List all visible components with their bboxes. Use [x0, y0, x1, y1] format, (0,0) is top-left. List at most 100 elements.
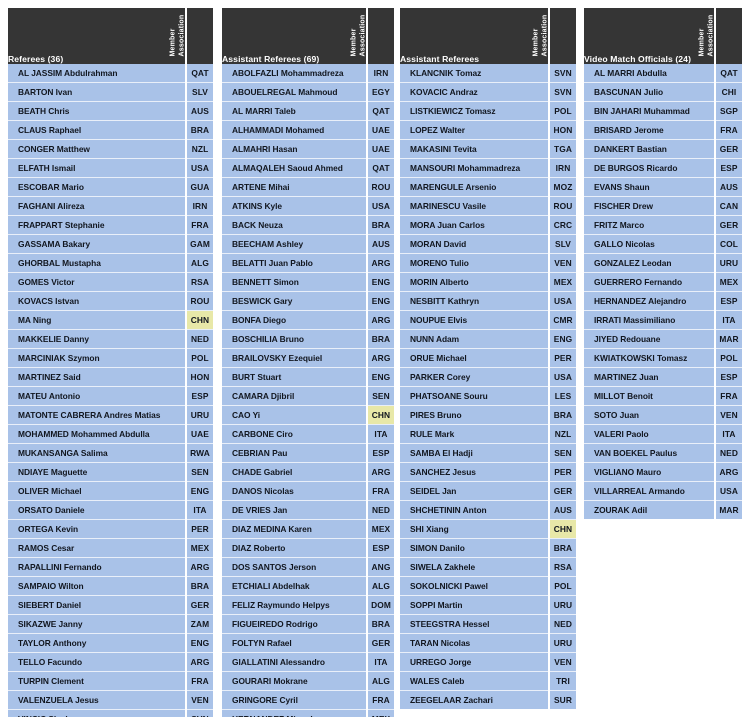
table-row: FISCHER Drew CAN: [584, 196, 742, 216]
table-row: MARTINEZ Juan ESP: [584, 367, 742, 387]
member-association: ALG: [366, 671, 394, 691]
table-row: ELFATH Ismail USA: [8, 158, 213, 178]
table-row: RAPALLINI Fernando ARG: [8, 557, 213, 577]
member-association: QAT: [366, 158, 394, 178]
official-name: TARAN Nicolas: [400, 633, 549, 653]
member-association: NED: [548, 614, 576, 634]
table-row: BELATTI Juan Pablo ARG: [222, 253, 394, 273]
official-name: BESWICK Gary: [222, 291, 367, 311]
member-association: UAE: [366, 139, 394, 159]
official-name: ABOUELREGAL Mahmoud: [222, 82, 367, 102]
member-association: GER: [714, 215, 742, 235]
member-association-highlighted: CHN: [366, 405, 394, 425]
table-row: MAKKELIE Danny NED: [8, 329, 213, 349]
table-head: Referees (36) Member Association: [8, 8, 213, 64]
member-association: SUR: [548, 690, 576, 709]
official-name: BACK Neuza: [222, 215, 367, 235]
official-name: ORTEGA Kevin: [8, 519, 186, 539]
table-row: ORTEGA Kevin PER: [8, 519, 213, 539]
column-video-match-officials: Video Match Officials (24) Member Associ…: [584, 8, 742, 519]
member-association: BRA: [366, 614, 394, 634]
member-association: ROU: [548, 196, 576, 216]
member-association: SEN: [185, 462, 213, 482]
official-name: AL MARRI Abdulla: [584, 64, 715, 83]
official-name: MORENO Tulio: [400, 253, 549, 273]
member-association-line2: Association: [541, 14, 549, 56]
table-row: SAMBA El Hadji SEN: [400, 443, 576, 463]
member-association: SVN: [548, 64, 576, 83]
official-name: GOURARI Mokrane: [222, 671, 367, 691]
table-row: AL MARRI Abdulla QAT: [584, 64, 742, 83]
member-association: USA: [366, 196, 394, 216]
table-row: BONFA Diego ARG: [222, 310, 394, 330]
table-row: VALENZUELA Jesus VEN: [8, 690, 213, 710]
member-association: NED: [366, 500, 394, 520]
table-row: GRINGORE Cyril FRA: [222, 690, 394, 710]
header-row: Assistant Referees Member Association: [400, 8, 576, 64]
table-row: MARENGULE Arsenio MOZ: [400, 177, 576, 197]
member-association: MEX: [714, 272, 742, 292]
officials-table: Referees (36) Member Association AL JASS…: [8, 8, 213, 717]
table-row: ALMAHRI Hasan UAE: [222, 139, 394, 159]
official-name: EVANS Shaun: [584, 177, 715, 197]
member-association: ROU: [185, 291, 213, 311]
member-association: COL: [714, 234, 742, 254]
official-name: FRITZ Marco: [584, 215, 715, 235]
table-row: SIWELA Zakhele RSA: [400, 557, 576, 577]
table-row: VIGLIANO Mauro ARG: [584, 462, 742, 482]
table-head: Assistant Referees Member Association: [400, 8, 576, 64]
official-name: SIWELA Zakhele: [400, 557, 549, 577]
member-association: FRA: [185, 215, 213, 235]
table-row: CHADE Gabriel ARG: [222, 462, 394, 482]
member-association: POL: [714, 348, 742, 368]
official-name: MARTINEZ Said: [8, 367, 186, 387]
member-association: RWA: [185, 443, 213, 463]
member-association: QAT: [185, 64, 213, 83]
table-row: CAO Yi CHN: [222, 405, 394, 425]
table-row: ABOUELREGAL Mahmoud EGY: [222, 82, 394, 102]
member-association: USA: [548, 367, 576, 387]
table-row: ESCOBAR Mario GUA: [8, 177, 213, 197]
table-row: MOHAMMED Mohammed Abdulla UAE: [8, 424, 213, 444]
official-name: WALES Caleb: [400, 671, 549, 691]
official-name: RAMOS Cesar: [8, 538, 186, 558]
official-name: MORAN David: [400, 234, 549, 254]
header-row: Referees (36) Member Association: [8, 8, 213, 64]
member-association: MEX: [548, 272, 576, 292]
member-association: ARG: [185, 652, 213, 672]
official-name: SIEBERT Daniel: [8, 595, 186, 615]
official-name: ARTENE Mihai: [222, 177, 367, 197]
official-name: MORA Juan Carlos: [400, 215, 549, 235]
official-name: BEECHAM Ashley: [222, 234, 367, 254]
table-row: SIMON Danilo BRA: [400, 538, 576, 558]
table-row: GUERRERO Fernando MEX: [584, 272, 742, 292]
table-body: ABOLFAZLI Mohammadreza IRN ABOUELREGAL Mah…: [222, 64, 394, 717]
official-name: BEATH Chris: [8, 101, 186, 121]
member-association: SVN: [185, 709, 213, 717]
table-row: FOLTYN Rafael GER: [222, 633, 394, 653]
table-row: ZOURAK Adil MAR: [584, 500, 742, 519]
table-row: TURPIN Clement FRA: [8, 671, 213, 691]
member-association: QAT: [714, 64, 742, 83]
member-association-line1: Member: [532, 27, 540, 56]
official-name: VIGLIANO Mauro: [584, 462, 715, 482]
official-name: DOS SANTOS Jerson: [222, 557, 367, 577]
table-row: SIKAZWE Janny ZAM: [8, 614, 213, 634]
member-association-line1: Member: [698, 27, 706, 56]
member-association: TRI: [548, 671, 576, 691]
member-association: HON: [548, 120, 576, 140]
table-row: MARCINIAK Szymon POL: [8, 348, 213, 368]
official-name: PHATSOANE Souru: [400, 386, 549, 406]
official-name: GUERRERO Fernando: [584, 272, 715, 292]
member-association: ENG: [366, 291, 394, 311]
official-name: MARENGULE Arsenio: [400, 177, 549, 197]
official-name: PIRES Bruno: [400, 405, 549, 425]
member-association: NED: [185, 329, 213, 349]
official-name: BRISARD Jerome: [584, 120, 715, 140]
official-name: ZOURAK Adil: [584, 500, 715, 519]
official-name: ALMAHRI Hasan: [222, 139, 367, 159]
member-association: PER: [548, 462, 576, 482]
table-row: VAN BOEKEL Paulus NED: [584, 443, 742, 463]
official-name: AL MARRI Taleb: [222, 101, 367, 121]
official-name: VAN BOEKEL Paulus: [584, 443, 715, 463]
